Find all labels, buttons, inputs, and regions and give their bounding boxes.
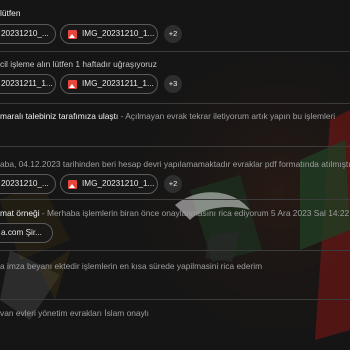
attachment-chip[interactable]: IMG_20231211_1... bbox=[60, 74, 158, 94]
attachment-name: 20231210_... bbox=[1, 179, 49, 188]
email-row[interactable]: mat örneği - Merhaba işlemlerin biran ön… bbox=[0, 200, 350, 250]
image-icon bbox=[68, 30, 77, 39]
attachment-name: IMG_20231211_1... bbox=[82, 79, 154, 88]
email-snippet: cil işleme alın lütfen 1 haftadır uğraşı… bbox=[0, 59, 157, 69]
email-row[interactable]: van evleri yönetim evrakları İslam onayl… bbox=[0, 300, 350, 350]
email-line: van evleri yönetim evrakları İslam onayl… bbox=[0, 306, 350, 320]
email-snippet: a imza beyanı ektedir işlemlerin en kısa… bbox=[0, 261, 263, 271]
email-snippet: - Merhaba işlemlerin biran önce onaylanm… bbox=[39, 208, 350, 218]
email-line: mat örneği - Merhaba işlemlerin biran ön… bbox=[0, 206, 350, 220]
email-line: a imza beyanı ektedir işlemlerin en kısa… bbox=[0, 259, 350, 273]
email-row[interactable]: lütfen 20231210_... IMG_20231210_1... +2 bbox=[0, 0, 350, 51]
more-attachments-badge[interactable]: +3 bbox=[164, 75, 182, 93]
attachment-name: 20231210_... bbox=[1, 29, 49, 38]
attachment-chips: a.com Şir... bbox=[0, 223, 350, 245]
email-snippet: aba, 04.12.2023 tarihinden beri hesap de… bbox=[0, 159, 350, 169]
email-line: maralı talebiniz tarafımıza ulaştı - Açı… bbox=[0, 109, 350, 123]
attachment-chips: 20231210_... IMG_20231210_1... +2 bbox=[0, 24, 350, 46]
email-line: aba, 04.12.2023 tarihinden beri hesap de… bbox=[0, 157, 350, 171]
attachment-name: a.com Şir... bbox=[1, 228, 42, 237]
attachment-name: 20231211_1... bbox=[1, 79, 53, 88]
attachment-chip[interactable]: IMG_20231210_1... bbox=[60, 174, 158, 194]
attachment-name: IMG_20231210_1... bbox=[82, 29, 155, 38]
image-icon bbox=[68, 80, 77, 89]
attachment-chips: 20231210_... IMG_20231210_1... +2 bbox=[0, 174, 350, 196]
email-row[interactable]: cil işleme alın lütfen 1 haftadır uğraşı… bbox=[0, 52, 350, 103]
attachment-chip[interactable]: 20231210_... bbox=[0, 174, 56, 194]
more-attachments-badge[interactable]: +2 bbox=[164, 175, 182, 193]
attachment-name: IMG_20231210_1... bbox=[82, 179, 155, 188]
email-subject: lütfen bbox=[0, 8, 21, 18]
email-subject: maralı talebiniz tarafımıza ulaştı bbox=[0, 111, 119, 121]
email-row[interactable]: maralı talebiniz tarafımıza ulaştı - Açı… bbox=[0, 104, 350, 146]
email-list: lütfen 20231210_... IMG_20231210_1... +2… bbox=[0, 0, 350, 350]
attachment-chip[interactable]: 20231210_... bbox=[0, 24, 56, 44]
email-row[interactable]: aba, 04.12.2023 tarihinden beri hesap de… bbox=[0, 147, 350, 199]
email-line: cil işleme alın lütfen 1 haftadır uğraşı… bbox=[0, 57, 350, 71]
email-snippet: van evleri yönetim evrakları İslam onayl… bbox=[0, 308, 149, 318]
email-line: lütfen bbox=[0, 6, 350, 20]
email-subject: mat örneği bbox=[0, 208, 40, 218]
email-snippet: - Açılmayan evrak tekrar iletiyorum artı… bbox=[118, 111, 336, 121]
attachment-chip[interactable]: IMG_20231210_1... bbox=[60, 24, 158, 44]
more-attachments-badge[interactable]: +2 bbox=[164, 25, 182, 43]
attachment-chips: 20231211_1... IMG_20231211_1... +3 bbox=[0, 74, 350, 96]
image-icon bbox=[68, 180, 77, 189]
attachment-chip[interactable]: a.com Şir... bbox=[0, 223, 53, 243]
email-row[interactable]: a imza beyanı ektedir işlemlerin en kısa… bbox=[0, 251, 350, 299]
attachment-chip[interactable]: 20231211_1... bbox=[0, 74, 56, 94]
